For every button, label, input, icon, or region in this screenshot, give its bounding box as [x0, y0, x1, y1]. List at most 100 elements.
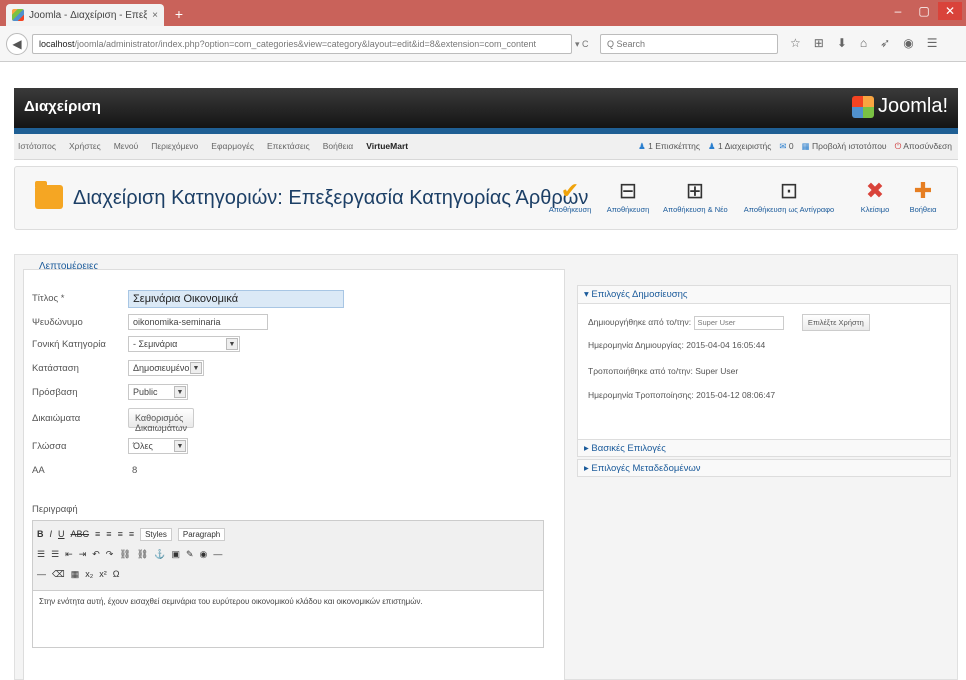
description-editor: B I U ABC ≡ ≡ ≡ ≡ Styles Paragraph ☰ ☰ ⇤…: [32, 520, 544, 648]
paragraph-select[interactable]: Paragraph: [177, 527, 226, 541]
visitors-status[interactable]: ♟ 1 Επισκέπτης: [638, 141, 700, 152]
menu-item-site[interactable]: Ιστότοπος: [18, 141, 56, 151]
menu-icon[interactable]: ☰: [927, 36, 938, 50]
extension-icon[interactable]: ◉: [903, 36, 913, 50]
category-folder-icon: [35, 181, 63, 209]
link-icon[interactable]: ⛓: [119, 549, 130, 560]
subscript-icon[interactable]: x₂: [85, 569, 93, 579]
address-bar[interactable]: localhost/joomla/administrator/index.php…: [32, 34, 572, 54]
select-user-button[interactable]: Επιλέξτε Χρήστη: [801, 314, 870, 331]
menu-item-content[interactable]: Περιεχόμενο: [151, 141, 198, 151]
bookmarks-icon[interactable]: ⊞: [814, 36, 824, 50]
messages-status[interactable]: ✉ 0: [779, 141, 793, 152]
logout-link[interactable]: ⏻ Αποσύνδεση: [895, 141, 952, 152]
menu-item-users[interactable]: Χρήστες: [69, 141, 101, 151]
numbered-list-icon[interactable]: ☰: [51, 549, 59, 560]
navigation-bar: ◀ localhost/joomla/administrator/index.p…: [0, 26, 966, 62]
search-input[interactable]: Q Search: [600, 34, 778, 54]
save-button[interactable]: ✔ Αποθήκευση: [543, 178, 597, 215]
align-center-icon[interactable]: ≡: [106, 529, 111, 539]
styles-select[interactable]: Styles: [140, 527, 172, 541]
save-new-button[interactable]: ⊞ Αποθήκευση & Νέο: [663, 179, 728, 215]
joomla-favicon-icon: [12, 9, 24, 21]
access-label: Πρόσβαση: [32, 387, 78, 398]
joomla-logo-icon: [851, 95, 874, 118]
browser-toolbar-icons: ☆ ⊞ ⬇ ⌂ ➶ ◉ ☰: [790, 36, 937, 50]
bold-icon[interactable]: B: [37, 529, 44, 539]
visitor-icon: ♟: [638, 141, 646, 151]
save-close-button[interactable]: ⊟ Αποθήκευση: [601, 179, 655, 215]
state-value: Δημοσιευμένο: [133, 363, 190, 373]
visual-aid-icon[interactable]: ▦: [71, 569, 80, 580]
remove-format-icon[interactable]: ⌫: [52, 569, 65, 580]
reload-icon[interactable]: ▾ C: [575, 39, 589, 50]
parent-category-select[interactable]: - Σεμινάρια ▼: [128, 336, 240, 352]
italic-icon[interactable]: I: [50, 529, 53, 539]
chevron-down-icon: ▼: [174, 440, 186, 452]
superscript-icon[interactable]: x²: [99, 569, 107, 579]
view-site-link[interactable]: ▦ Προβολή ιστοτόπου: [802, 141, 887, 152]
created-by-input[interactable]: Super User: [693, 315, 784, 330]
editor-toolbar-row-1: B I U ABC ≡ ≡ ≡ ≡ Styles Paragraph: [37, 524, 539, 544]
indent-icon[interactable]: ⇥: [79, 549, 87, 560]
basic-options-header[interactable]: ▸ Βασικές Επιλογές: [577, 439, 951, 457]
maximize-button[interactable]: ▢: [912, 2, 936, 20]
horizontal-rule-icon[interactable]: —: [37, 569, 46, 579]
tab-close-icon[interactable]: ×: [152, 10, 158, 21]
close-label: Κλείσιμο: [860, 205, 890, 214]
undo-icon[interactable]: ↶: [92, 549, 100, 560]
admin-icon: ♟: [707, 141, 716, 151]
created-date-value: 2015-04-04 16:05:44: [686, 340, 766, 350]
menu-item-help[interactable]: Βοήθεια: [323, 141, 353, 151]
language-select[interactable]: Όλες ▼: [128, 438, 188, 454]
title-input[interactable]: Σεμινάρια Οικονομικά: [128, 290, 344, 308]
align-justify-icon[interactable]: ≡: [129, 529, 134, 539]
browser-tab[interactable]: Joomla - Διαχείριση - Επεξ... ×: [6, 4, 164, 26]
close-button[interactable]: ✖ Κλείσιμο: [855, 179, 895, 215]
align-left-icon[interactable]: ≡: [95, 529, 100, 539]
home-icon[interactable]: ⌂: [860, 36, 867, 50]
state-select[interactable]: Δημοσιευμένο ▼: [128, 360, 204, 376]
hr-icon[interactable]: —: [213, 549, 222, 559]
permissions-label: Δικαιώματα: [32, 413, 81, 424]
underline-icon[interactable]: U: [58, 529, 65, 539]
menu-item-components[interactable]: Εφαρμογές: [211, 141, 254, 151]
back-button[interactable]: ◀: [6, 33, 28, 55]
publishing-options-header[interactable]: ▾ Επιλογές Δημοσίευσης: [578, 286, 950, 304]
alias-input[interactable]: oikonomika-seminaria: [128, 314, 268, 330]
menu-item-virtuemart[interactable]: VirtueMart: [366, 141, 408, 151]
close-window-button[interactable]: ✕: [938, 2, 962, 20]
metadata-options-header[interactable]: ▸ Επιλογές Μεταδεδομένων: [577, 459, 951, 477]
outdent-icon[interactable]: ⇤: [65, 549, 73, 560]
share-icon[interactable]: ➶: [880, 36, 890, 50]
messages-count: 0: [788, 141, 794, 151]
save-copy-button[interactable]: ⊡ Αποθήκευση ως Αντίγραφο: [737, 179, 841, 215]
menu-item-extensions[interactable]: Επεκτάσεις: [267, 141, 310, 151]
redo-icon[interactable]: ↷: [106, 549, 114, 560]
strikethrough-icon[interactable]: ABC: [71, 529, 90, 539]
new-tab-button[interactable]: +: [170, 6, 188, 22]
align-right-icon[interactable]: ≡: [118, 529, 123, 539]
bookmark-star-icon[interactable]: ☆: [790, 36, 801, 50]
special-char-icon[interactable]: Ω: [113, 569, 120, 579]
menu-item-menus[interactable]: Μενού: [114, 141, 139, 151]
minimize-button[interactable]: –: [886, 2, 910, 20]
admins-status[interactable]: ♟ 1 Διαχειριστής: [708, 141, 771, 152]
image-icon[interactable]: ▣: [171, 549, 180, 560]
unlink-icon[interactable]: ⛓: [137, 549, 148, 560]
editor-body[interactable]: Στην ενότητα αυτή, έχουν εισαχθεί σεμινά…: [33, 591, 543, 612]
bullet-list-icon[interactable]: ☰: [37, 549, 45, 560]
set-permissions-button[interactable]: Καθορισμός Δικαιωμάτων: [128, 408, 194, 433]
admins-count: 1 Διαχειριστής: [717, 141, 772, 151]
check-icon: ✔: [560, 178, 580, 203]
download-icon[interactable]: ⬇: [837, 36, 847, 50]
visitors-count: 1 Επισκέπτης: [648, 141, 700, 151]
joomla-logo: Joomla!: [851, 95, 948, 118]
title-label: Τίτλος *: [32, 293, 65, 304]
help-button[interactable]: ✚ Βοήθεια: [903, 179, 943, 215]
page-toolbar: Διαχείριση Κατηγοριών: Επεξεργασία Κατηγ…: [14, 166, 958, 230]
access-select[interactable]: Public ▼: [128, 384, 188, 400]
html-icon[interactable]: ◉: [200, 549, 208, 560]
cleanup-icon[interactable]: ✎: [186, 549, 194, 560]
anchor-icon[interactable]: ⚓: [154, 549, 165, 560]
